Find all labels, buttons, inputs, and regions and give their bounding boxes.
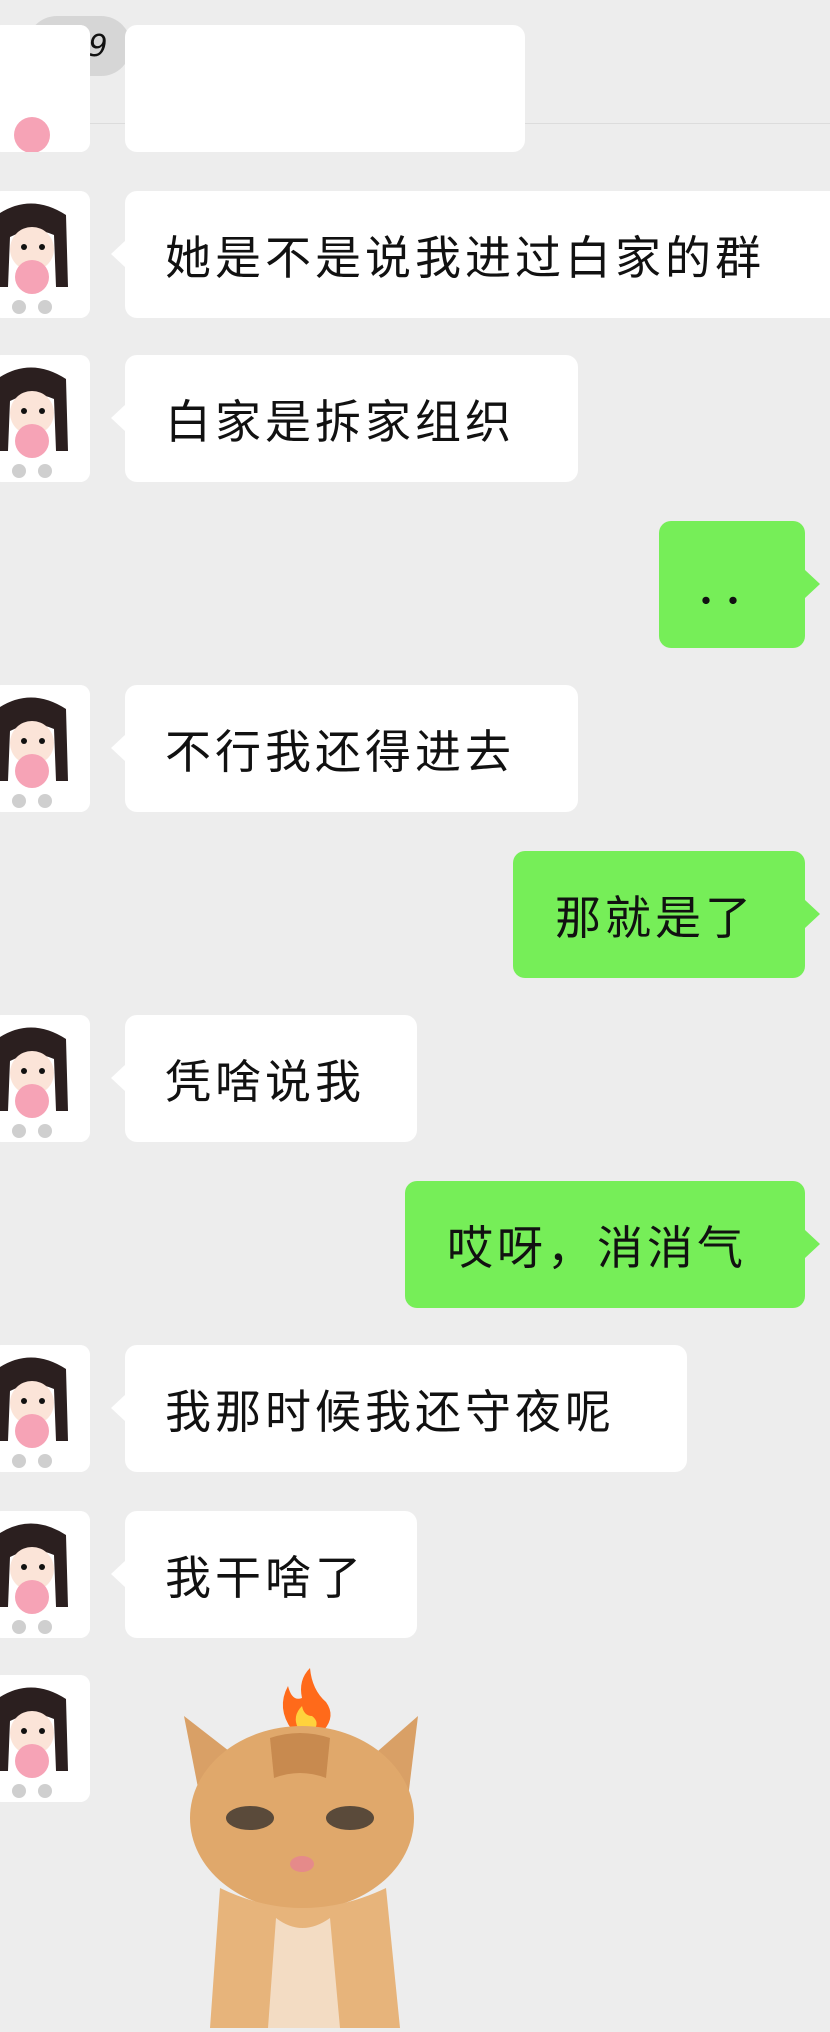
message-text: 我干啥了 bbox=[165, 1550, 365, 1605]
message-bubble-incoming[interactable]: 不行我还得进去 bbox=[125, 685, 578, 812]
message-text: ．． bbox=[695, 560, 772, 615]
message-bubble-incoming[interactable]: 她是不是说我进过白家的群 bbox=[125, 191, 830, 318]
cat-sticker-icon bbox=[184, 1668, 418, 2028]
message-text: 那就是了 bbox=[555, 890, 755, 945]
message-bubble-outgoing[interactable]: ．． bbox=[659, 521, 805, 648]
message-text: 白家是拆家组织 bbox=[165, 394, 515, 449]
girl-avatar-icon bbox=[0, 1345, 90, 1472]
avatar[interactable] bbox=[0, 685, 90, 812]
message-text: 我那时候我还守夜呢 bbox=[165, 1384, 615, 1439]
girl-avatar-icon bbox=[0, 1675, 90, 1802]
message-bubble-incoming[interactable]: 我那时候我还守夜呢 bbox=[125, 1345, 687, 1472]
message-bubble-incoming[interactable]: 凭啥说我 bbox=[125, 1015, 417, 1142]
girl-avatar-icon bbox=[0, 1511, 90, 1638]
girl-avatar-icon bbox=[0, 25, 90, 152]
girl-avatar-icon bbox=[0, 1015, 90, 1142]
message-bubble-incoming[interactable] bbox=[125, 25, 525, 152]
message-text: 凭啥说我 bbox=[165, 1054, 365, 1109]
girl-avatar-icon bbox=[0, 191, 90, 318]
avatar[interactable] bbox=[0, 191, 90, 318]
message-bubble-outgoing[interactable]: 那就是了 bbox=[513, 851, 805, 978]
cat-with-fire-sticker[interactable] bbox=[180, 1668, 440, 2028]
message-bubble-outgoing[interactable]: 哎呀，消消气 bbox=[405, 1181, 805, 1308]
avatar[interactable] bbox=[0, 355, 90, 482]
girl-avatar-icon bbox=[0, 685, 90, 812]
avatar[interactable] bbox=[0, 1015, 90, 1142]
message-text: 不行我还得进去 bbox=[165, 724, 515, 779]
message-bubble-incoming[interactable]: 我干啥了 bbox=[125, 1511, 417, 1638]
message-text: 哎呀，消消气 bbox=[447, 1220, 747, 1275]
avatar[interactable] bbox=[0, 1345, 90, 1472]
message-text: 她是不是说我进过白家的群 bbox=[165, 230, 765, 285]
avatar[interactable] bbox=[0, 25, 90, 152]
message-bubble-incoming[interactable]: 白家是拆家组织 bbox=[125, 355, 578, 482]
girl-avatar-icon bbox=[0, 355, 90, 482]
avatar[interactable] bbox=[0, 1511, 90, 1638]
avatar[interactable] bbox=[0, 1675, 90, 1802]
